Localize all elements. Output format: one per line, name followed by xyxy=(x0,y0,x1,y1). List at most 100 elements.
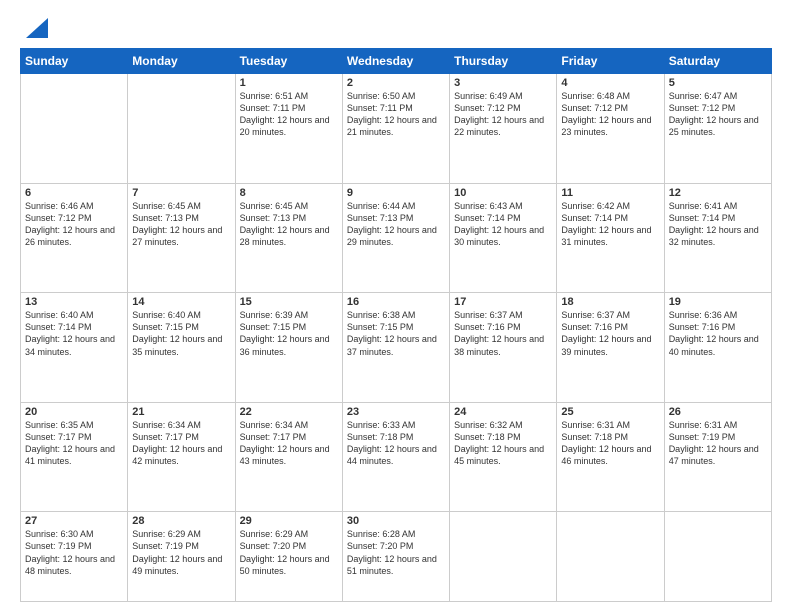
table-row: 18Sunrise: 6:37 AM Sunset: 7:16 PM Dayli… xyxy=(557,293,664,403)
col-friday: Friday xyxy=(557,49,664,74)
day-number: 22 xyxy=(240,406,338,418)
day-number: 11 xyxy=(561,187,659,199)
day-info: Sunrise: 6:38 AM Sunset: 7:15 PM Dayligh… xyxy=(347,309,445,358)
table-row: 26Sunrise: 6:31 AM Sunset: 7:19 PM Dayli… xyxy=(664,402,771,512)
table-row xyxy=(128,74,235,184)
day-info: Sunrise: 6:33 AM Sunset: 7:18 PM Dayligh… xyxy=(347,419,445,468)
col-thursday: Thursday xyxy=(450,49,557,74)
day-number: 24 xyxy=(454,406,552,418)
table-row: 10Sunrise: 6:43 AM Sunset: 7:14 PM Dayli… xyxy=(450,183,557,293)
calendar-table: Sunday Monday Tuesday Wednesday Thursday… xyxy=(20,48,772,602)
day-number: 28 xyxy=(132,515,230,527)
day-number: 9 xyxy=(347,187,445,199)
day-info: Sunrise: 6:41 AM Sunset: 7:14 PM Dayligh… xyxy=(669,200,767,249)
table-row: 5Sunrise: 6:47 AM Sunset: 7:12 PM Daylig… xyxy=(664,74,771,184)
day-info: Sunrise: 6:40 AM Sunset: 7:14 PM Dayligh… xyxy=(25,309,123,358)
day-number: 6 xyxy=(25,187,123,199)
calendar-week-row: 13Sunrise: 6:40 AM Sunset: 7:14 PM Dayli… xyxy=(21,293,772,403)
table-row: 25Sunrise: 6:31 AM Sunset: 7:18 PM Dayli… xyxy=(557,402,664,512)
table-row: 15Sunrise: 6:39 AM Sunset: 7:15 PM Dayli… xyxy=(235,293,342,403)
day-number: 29 xyxy=(240,515,338,527)
table-row: 11Sunrise: 6:42 AM Sunset: 7:14 PM Dayli… xyxy=(557,183,664,293)
day-info: Sunrise: 6:30 AM Sunset: 7:19 PM Dayligh… xyxy=(25,528,123,577)
table-row: 6Sunrise: 6:46 AM Sunset: 7:12 PM Daylig… xyxy=(21,183,128,293)
table-row: 8Sunrise: 6:45 AM Sunset: 7:13 PM Daylig… xyxy=(235,183,342,293)
day-number: 23 xyxy=(347,406,445,418)
calendar-week-row: 27Sunrise: 6:30 AM Sunset: 7:19 PM Dayli… xyxy=(21,512,772,602)
day-info: Sunrise: 6:32 AM Sunset: 7:18 PM Dayligh… xyxy=(454,419,552,468)
table-row xyxy=(557,512,664,602)
table-row: 4Sunrise: 6:48 AM Sunset: 7:12 PM Daylig… xyxy=(557,74,664,184)
table-row: 23Sunrise: 6:33 AM Sunset: 7:18 PM Dayli… xyxy=(342,402,449,512)
day-number: 30 xyxy=(347,515,445,527)
day-info: Sunrise: 6:37 AM Sunset: 7:16 PM Dayligh… xyxy=(561,309,659,358)
table-row: 14Sunrise: 6:40 AM Sunset: 7:15 PM Dayli… xyxy=(128,293,235,403)
day-info: Sunrise: 6:29 AM Sunset: 7:20 PM Dayligh… xyxy=(240,528,338,577)
day-number: 14 xyxy=(132,296,230,308)
table-row: 16Sunrise: 6:38 AM Sunset: 7:15 PM Dayli… xyxy=(342,293,449,403)
day-info: Sunrise: 6:31 AM Sunset: 7:18 PM Dayligh… xyxy=(561,419,659,468)
day-info: Sunrise: 6:36 AM Sunset: 7:16 PM Dayligh… xyxy=(669,309,767,358)
day-number: 13 xyxy=(25,296,123,308)
day-info: Sunrise: 6:34 AM Sunset: 7:17 PM Dayligh… xyxy=(240,419,338,468)
logo-triangle-icon xyxy=(26,18,48,38)
day-number: 7 xyxy=(132,187,230,199)
table-row: 17Sunrise: 6:37 AM Sunset: 7:16 PM Dayli… xyxy=(450,293,557,403)
calendar-header-row: Sunday Monday Tuesday Wednesday Thursday… xyxy=(21,49,772,74)
day-info: Sunrise: 6:37 AM Sunset: 7:16 PM Dayligh… xyxy=(454,309,552,358)
day-number: 2 xyxy=(347,77,445,89)
day-number: 12 xyxy=(669,187,767,199)
table-row: 20Sunrise: 6:35 AM Sunset: 7:17 PM Dayli… xyxy=(21,402,128,512)
day-info: Sunrise: 6:44 AM Sunset: 7:13 PM Dayligh… xyxy=(347,200,445,249)
table-row: 29Sunrise: 6:29 AM Sunset: 7:20 PM Dayli… xyxy=(235,512,342,602)
day-number: 4 xyxy=(561,77,659,89)
table-row: 9Sunrise: 6:44 AM Sunset: 7:13 PM Daylig… xyxy=(342,183,449,293)
day-info: Sunrise: 6:48 AM Sunset: 7:12 PM Dayligh… xyxy=(561,90,659,139)
table-row: 22Sunrise: 6:34 AM Sunset: 7:17 PM Dayli… xyxy=(235,402,342,512)
day-number: 21 xyxy=(132,406,230,418)
table-row xyxy=(21,74,128,184)
logo xyxy=(20,18,48,38)
day-number: 10 xyxy=(454,187,552,199)
table-row: 21Sunrise: 6:34 AM Sunset: 7:17 PM Dayli… xyxy=(128,402,235,512)
table-row: 28Sunrise: 6:29 AM Sunset: 7:19 PM Dayli… xyxy=(128,512,235,602)
table-row: 24Sunrise: 6:32 AM Sunset: 7:18 PM Dayli… xyxy=(450,402,557,512)
day-number: 15 xyxy=(240,296,338,308)
day-info: Sunrise: 6:46 AM Sunset: 7:12 PM Dayligh… xyxy=(25,200,123,249)
calendar-week-row: 1Sunrise: 6:51 AM Sunset: 7:11 PM Daylig… xyxy=(21,74,772,184)
calendar-week-row: 20Sunrise: 6:35 AM Sunset: 7:17 PM Dayli… xyxy=(21,402,772,512)
day-number: 8 xyxy=(240,187,338,199)
table-row xyxy=(664,512,771,602)
day-info: Sunrise: 6:45 AM Sunset: 7:13 PM Dayligh… xyxy=(240,200,338,249)
table-row xyxy=(450,512,557,602)
table-row: 1Sunrise: 6:51 AM Sunset: 7:11 PM Daylig… xyxy=(235,74,342,184)
col-tuesday: Tuesday xyxy=(235,49,342,74)
day-info: Sunrise: 6:29 AM Sunset: 7:19 PM Dayligh… xyxy=(132,528,230,577)
table-row: 19Sunrise: 6:36 AM Sunset: 7:16 PM Dayli… xyxy=(664,293,771,403)
day-number: 16 xyxy=(347,296,445,308)
day-number: 26 xyxy=(669,406,767,418)
day-info: Sunrise: 6:50 AM Sunset: 7:11 PM Dayligh… xyxy=(347,90,445,139)
day-info: Sunrise: 6:39 AM Sunset: 7:15 PM Dayligh… xyxy=(240,309,338,358)
col-saturday: Saturday xyxy=(664,49,771,74)
table-row: 3Sunrise: 6:49 AM Sunset: 7:12 PM Daylig… xyxy=(450,74,557,184)
day-number: 19 xyxy=(669,296,767,308)
page: Sunday Monday Tuesday Wednesday Thursday… xyxy=(0,0,792,612)
day-info: Sunrise: 6:42 AM Sunset: 7:14 PM Dayligh… xyxy=(561,200,659,249)
day-number: 18 xyxy=(561,296,659,308)
col-sunday: Sunday xyxy=(21,49,128,74)
day-info: Sunrise: 6:49 AM Sunset: 7:12 PM Dayligh… xyxy=(454,90,552,139)
table-row: 2Sunrise: 6:50 AM Sunset: 7:11 PM Daylig… xyxy=(342,74,449,184)
day-info: Sunrise: 6:47 AM Sunset: 7:12 PM Dayligh… xyxy=(669,90,767,139)
day-info: Sunrise: 6:31 AM Sunset: 7:19 PM Dayligh… xyxy=(669,419,767,468)
day-info: Sunrise: 6:28 AM Sunset: 7:20 PM Dayligh… xyxy=(347,528,445,577)
col-wednesday: Wednesday xyxy=(342,49,449,74)
day-info: Sunrise: 6:35 AM Sunset: 7:17 PM Dayligh… xyxy=(25,419,123,468)
day-number: 3 xyxy=(454,77,552,89)
day-number: 25 xyxy=(561,406,659,418)
day-info: Sunrise: 6:43 AM Sunset: 7:14 PM Dayligh… xyxy=(454,200,552,249)
table-row: 12Sunrise: 6:41 AM Sunset: 7:14 PM Dayli… xyxy=(664,183,771,293)
table-row: 13Sunrise: 6:40 AM Sunset: 7:14 PM Dayli… xyxy=(21,293,128,403)
table-row: 27Sunrise: 6:30 AM Sunset: 7:19 PM Dayli… xyxy=(21,512,128,602)
table-row: 30Sunrise: 6:28 AM Sunset: 7:20 PM Dayli… xyxy=(342,512,449,602)
